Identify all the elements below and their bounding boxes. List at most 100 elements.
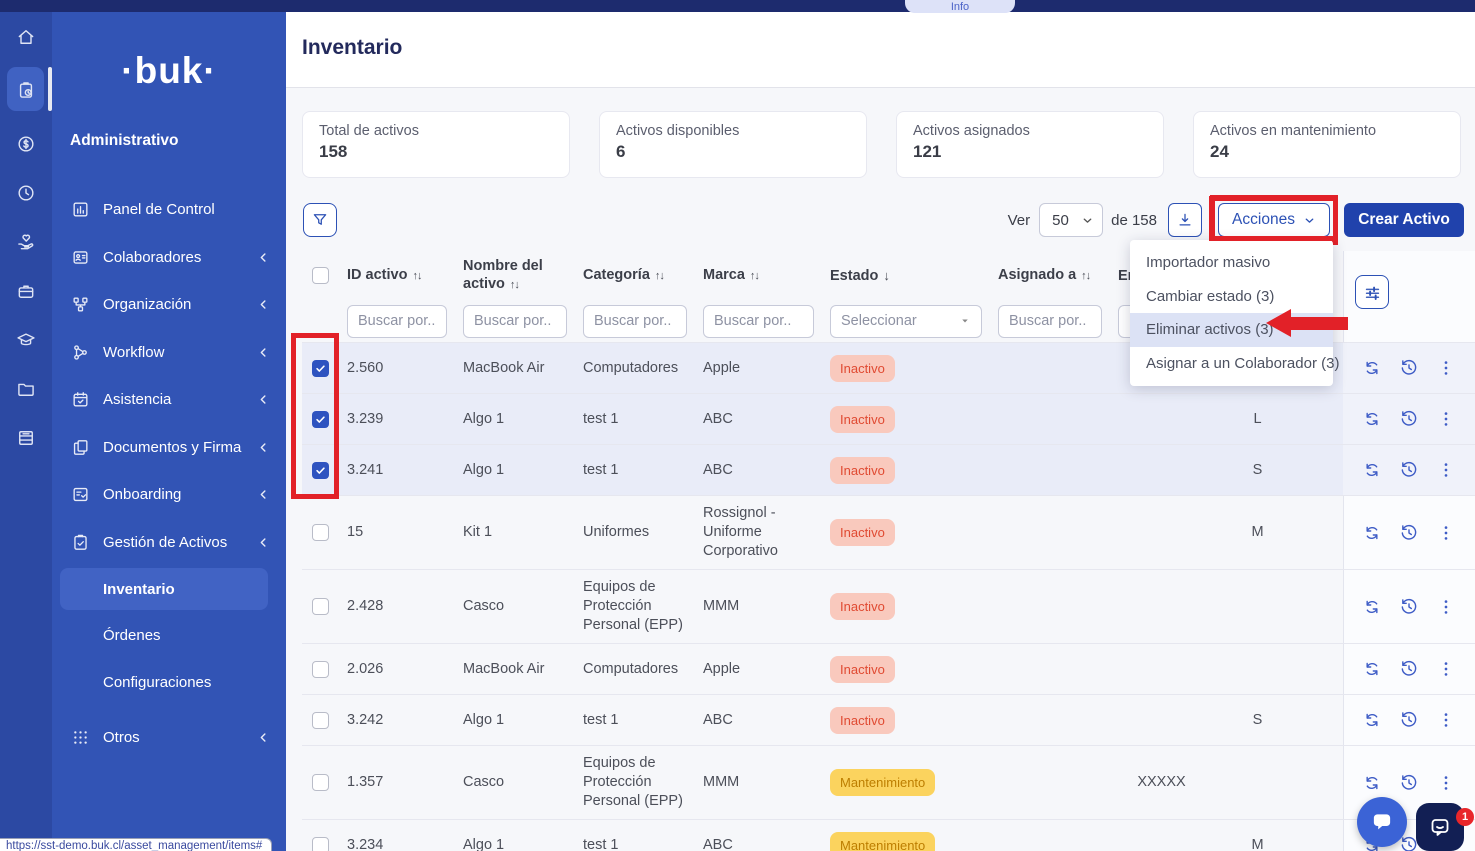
dropdown-item-eliminar-activos-3[interactable]: Eliminar activos (3) bbox=[1130, 313, 1333, 347]
select-all-checkbox[interactable] bbox=[312, 267, 329, 284]
history-icon[interactable] bbox=[1399, 409, 1419, 429]
row-actions-cell bbox=[1343, 644, 1475, 694]
sidebar-item-gestion-de-activos[interactable]: Gestión de Activos bbox=[52, 519, 286, 567]
rail-item-clipboard-clock[interactable] bbox=[0, 61, 52, 119]
sort-desc-icon[interactable]: ↓ bbox=[883, 268, 889, 283]
row-checkbox[interactable] bbox=[312, 462, 329, 479]
refresh-icon[interactable] bbox=[1362, 358, 1382, 378]
sort-icon[interactable]: ↑↓ bbox=[655, 270, 664, 282]
rail-item-clock[interactable] bbox=[0, 168, 52, 217]
row-checkbox[interactable] bbox=[312, 774, 329, 791]
sidebar-item-documentos-y-firma[interactable]: Documentos y Firma bbox=[52, 424, 286, 472]
table-row[interactable]: 3.234Algo 1test 1ABCMantenimientoM bbox=[302, 820, 1475, 851]
rail-item-briefcase[interactable] bbox=[0, 266, 52, 315]
sidebar-subitem-configuraciones[interactable]: Configuraciones bbox=[52, 659, 286, 706]
clock-icon bbox=[16, 183, 36, 203]
refresh-icon[interactable] bbox=[1362, 523, 1382, 543]
sidebar-subitem-inventario[interactable]: Inventario bbox=[60, 568, 268, 610]
sidebar-subitem-ordenes[interactable]: Órdenes bbox=[52, 612, 286, 659]
kebab-menu-icon[interactable] bbox=[1436, 710, 1456, 730]
kebab-menu-icon[interactable] bbox=[1436, 523, 1456, 543]
filter-button[interactable] bbox=[303, 203, 337, 237]
sidebar-item-panel-de-control[interactable]: Panel de Control bbox=[52, 186, 286, 234]
cell-talla: S bbox=[1213, 695, 1303, 745]
column-header-marca[interactable]: Marca↑↓ bbox=[696, 251, 823, 300]
column-header-asignado-a[interactable]: Asignado a↑↓ bbox=[991, 251, 1111, 300]
kebab-menu-icon[interactable] bbox=[1436, 460, 1456, 480]
column-header-id-activo[interactable]: ID activo↑↓ bbox=[340, 251, 456, 300]
column-filter-input[interactable] bbox=[703, 305, 814, 338]
sidebar-item-organizacion[interactable]: Organización bbox=[52, 281, 286, 329]
kebab-menu-icon[interactable] bbox=[1436, 659, 1456, 679]
filter-cell bbox=[696, 300, 823, 342]
history-icon[interactable] bbox=[1399, 358, 1419, 378]
dropdown-item-importador-masivo[interactable]: Importador masivo bbox=[1130, 246, 1333, 280]
history-icon[interactable] bbox=[1399, 659, 1419, 679]
download-button[interactable] bbox=[1168, 203, 1202, 237]
support-chat-button[interactable] bbox=[1416, 803, 1464, 851]
sidebar-item-colaboradores[interactable]: Colaboradores bbox=[52, 234, 286, 282]
row-checkbox[interactable] bbox=[312, 598, 329, 615]
table-row[interactable]: 2.026MacBook AirComputadoresAppleInactiv… bbox=[302, 644, 1475, 695]
cell-talla bbox=[1213, 644, 1303, 694]
refresh-icon[interactable] bbox=[1362, 409, 1382, 429]
table-row[interactable]: 3.239Algo 1test 1ABCInactivoL bbox=[302, 394, 1475, 445]
column-filter-input[interactable] bbox=[347, 305, 447, 338]
history-icon[interactable] bbox=[1399, 523, 1419, 543]
sort-icon[interactable]: ↑↓ bbox=[1081, 270, 1090, 282]
kebab-menu-icon[interactable] bbox=[1436, 773, 1456, 793]
rail-item-archive[interactable] bbox=[0, 413, 52, 462]
table-row[interactable]: 1.357CascoEquipos de Protección Personal… bbox=[302, 746, 1475, 820]
sort-icon[interactable]: ↑↓ bbox=[510, 279, 519, 291]
crear-activo-button[interactable]: Crear Activo bbox=[1344, 203, 1464, 237]
column-header-estado[interactable]: Estado↓ bbox=[823, 251, 991, 300]
row-checkbox[interactable] bbox=[312, 411, 329, 428]
cell-nombre: Algo 1 bbox=[456, 445, 576, 495]
column-filter-input[interactable] bbox=[583, 305, 687, 338]
column-header-nombre-del-activo[interactable]: Nombre del activo↑↓ bbox=[456, 251, 576, 300]
sort-icon[interactable]: ↑↓ bbox=[750, 270, 759, 282]
sidebar-item-asistencia[interactable]: Asistencia bbox=[52, 376, 286, 424]
refresh-icon[interactable] bbox=[1362, 460, 1382, 480]
column-filter-input[interactable] bbox=[998, 305, 1102, 338]
sort-icon[interactable]: ↑↓ bbox=[412, 270, 421, 282]
page-size-select[interactable]: 50 bbox=[1039, 203, 1103, 237]
sidebar-item-onboarding[interactable]: Onboarding bbox=[52, 471, 286, 519]
history-icon[interactable] bbox=[1399, 773, 1419, 793]
kebab-menu-icon[interactable] bbox=[1436, 597, 1456, 617]
table-row[interactable]: 3.241Algo 1test 1ABCInactivoS bbox=[302, 445, 1475, 496]
dropdown-item-asignar-a-un-colaborador-3[interactable]: Asignar a un Colaborador (3) bbox=[1130, 347, 1333, 381]
column-header-categoria[interactable]: Categoría↑↓ bbox=[576, 251, 696, 300]
stat-card-activos-asignados: Activos asignados121 bbox=[896, 111, 1164, 178]
history-icon[interactable] bbox=[1399, 597, 1419, 617]
column-settings-button[interactable] bbox=[1355, 275, 1389, 309]
chat-launcher-button[interactable] bbox=[1357, 797, 1407, 847]
sidebar-item-workflow[interactable]: Workflow bbox=[52, 329, 286, 377]
rail-item-hand-heart[interactable] bbox=[0, 217, 52, 266]
refresh-icon[interactable] bbox=[1362, 597, 1382, 617]
table-row[interactable]: 3.242Algo 1test 1ABCInactivoS bbox=[302, 695, 1475, 746]
row-checkbox[interactable] bbox=[312, 661, 329, 678]
refresh-icon[interactable] bbox=[1362, 710, 1382, 730]
rail-item-graduation-cap[interactable] bbox=[0, 315, 52, 364]
sidebar-item-otros[interactable]: Otros bbox=[52, 714, 286, 762]
kebab-menu-icon[interactable] bbox=[1436, 358, 1456, 378]
history-icon[interactable] bbox=[1399, 710, 1419, 730]
column-filter-input[interactable] bbox=[463, 305, 567, 338]
rail-item-home[interactable] bbox=[0, 12, 52, 61]
estado-filter-select[interactable]: Seleccionar bbox=[830, 305, 982, 338]
row-checkbox[interactable] bbox=[312, 837, 329, 851]
acciones-button[interactable]: Acciones bbox=[1218, 203, 1330, 237]
refresh-icon[interactable] bbox=[1362, 659, 1382, 679]
rail-item-dollar-circle[interactable] bbox=[0, 119, 52, 168]
rail-item-folder[interactable] bbox=[0, 364, 52, 413]
dropdown-item-cambiar-estado-3[interactable]: Cambiar estado (3) bbox=[1130, 280, 1333, 314]
history-icon[interactable] bbox=[1399, 460, 1419, 480]
refresh-icon[interactable] bbox=[1362, 773, 1382, 793]
table-row[interactable]: 15Kit 1UniformesRossignol - Uniforme Cor… bbox=[302, 496, 1475, 570]
row-checkbox[interactable] bbox=[312, 524, 329, 541]
table-row[interactable]: 2.428CascoEquipos de Protección Personal… bbox=[302, 570, 1475, 644]
kebab-menu-icon[interactable] bbox=[1436, 409, 1456, 429]
row-checkbox[interactable] bbox=[312, 712, 329, 729]
row-checkbox[interactable] bbox=[312, 360, 329, 377]
